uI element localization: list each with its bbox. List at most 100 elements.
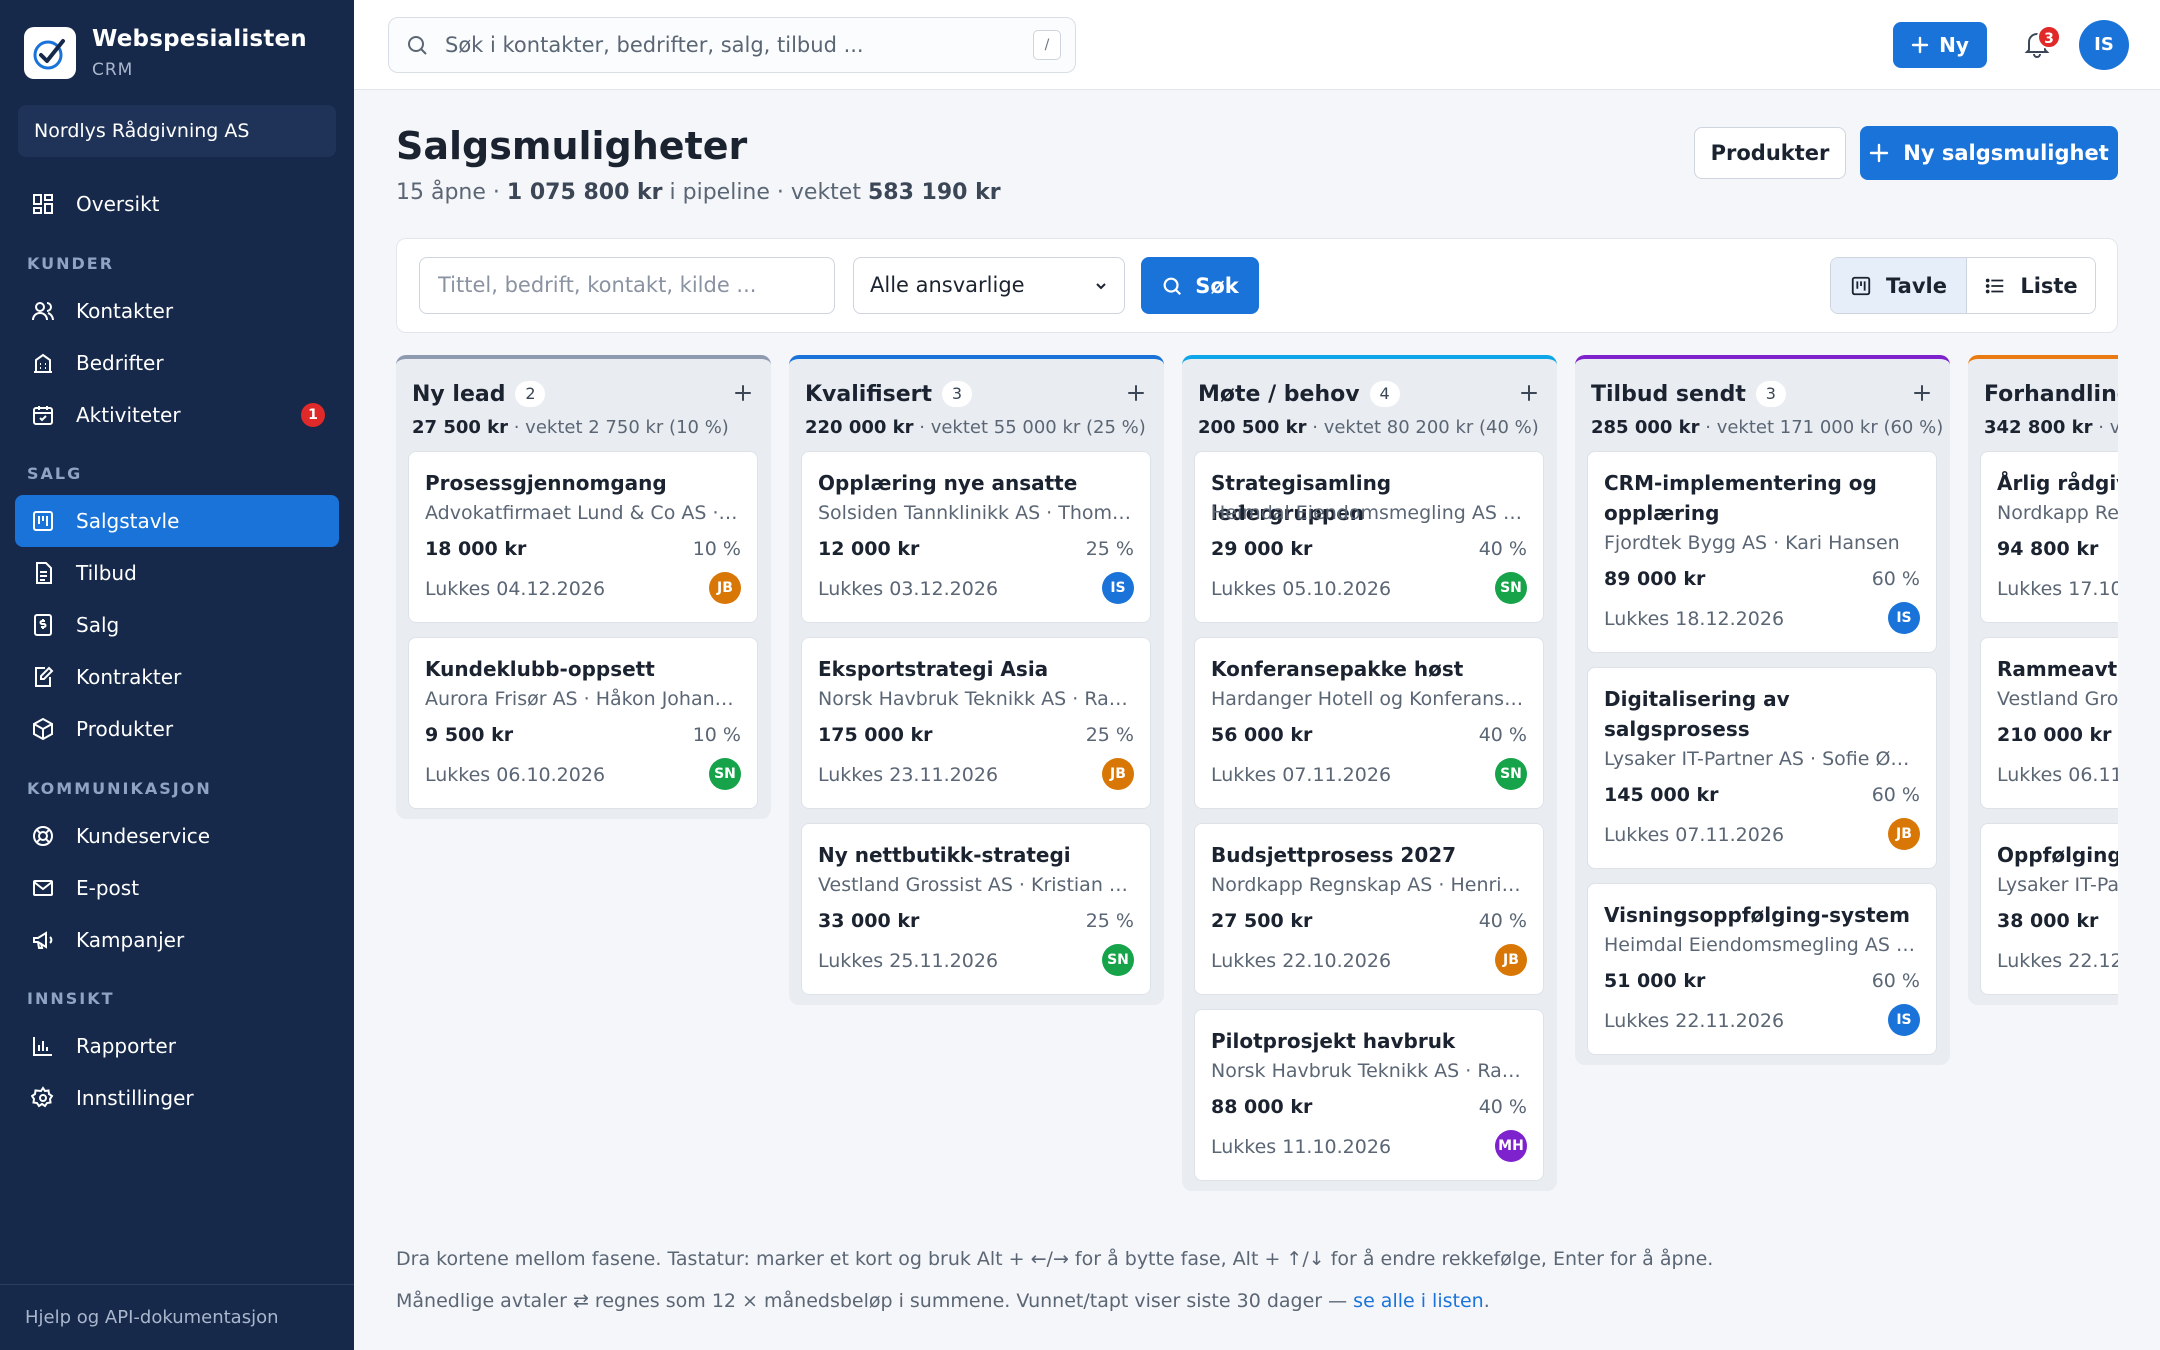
card-amount: 38 000 kr — [1997, 910, 2099, 932]
opportunity-card[interactable]: Pilotprosjekt havbruk Norsk Havbruk Tekni… — [1194, 1009, 1544, 1181]
card-close-date: Lukkes 07.11.2026 — [1604, 824, 1785, 846]
add-card-plus-icon[interactable] — [733, 383, 753, 403]
card-probability: 25 % — [1085, 724, 1134, 746]
nav-settings[interactable]: Innstillinger — [15, 1072, 339, 1124]
nav-support[interactable]: Kundeservice — [15, 810, 339, 862]
card-close-date: Lukkes 22.10.2026 — [1211, 950, 1392, 972]
products-button[interactable]: Produkter — [1694, 127, 1846, 179]
column-summary: 285 000 kr · vektet 171 000 kr (60 %) — [1591, 417, 1943, 438]
nav-label: Rapporter — [76, 1034, 176, 1058]
card-company-contact: Aurora Frisør AS · Håkon Johansen — [425, 688, 741, 710]
brand[interactable]: Webspesialisten CRM — [24, 26, 307, 80]
column-header: Møte / behov 4 200 500 kr · vektet 80 200 … — [1182, 359, 1557, 451]
brand-logo-icon — [24, 27, 76, 79]
card-company-contact: Vestland Grossist AS · Kristian Aas — [818, 874, 1134, 896]
card-close-date: Lukkes 04.12.2026 — [425, 578, 606, 600]
column-weighted: · vektet 80 200 kr (40 %) — [1306, 417, 1539, 438]
nav-campaigns[interactable]: Kampanjer — [15, 914, 339, 966]
page-title: Salgsmuligheter — [396, 124, 748, 168]
box-icon — [30, 716, 56, 742]
contract-icon — [30, 664, 56, 690]
user-avatar[interactable]: IS — [2079, 20, 2129, 70]
nav-contacts[interactable]: Kontakter — [15, 285, 339, 337]
card-amount: 18 000 kr — [425, 538, 527, 560]
card-owner-avatar: IS — [1102, 572, 1134, 604]
card-owner-avatar: IS — [1888, 1004, 1920, 1036]
card-amount: 89 000 kr — [1604, 568, 1706, 590]
pipeline-column: Kvalifisert 3 220 000 kr · vektet 55 000 k… — [789, 355, 1164, 1005]
card-company-contact: Nordkapp Regnskap AS — [1997, 502, 2118, 524]
notification-count-badge: 3 — [2037, 25, 2061, 49]
summary-open: 15 åpne · — [396, 180, 507, 205]
column-count-badge: 2 — [515, 381, 546, 407]
card-probability: 60 % — [1871, 784, 1920, 806]
opportunity-card[interactable]: Oppfølging IT Lysaker IT-Partner AS 38 000… — [1980, 823, 2118, 995]
nav-quotes[interactable]: Tilbud — [15, 547, 339, 599]
nav-email[interactable]: E-post — [15, 862, 339, 914]
nav-contracts[interactable]: Kontrakter — [15, 651, 339, 703]
opportunity-card[interactable]: Rammeavtale Vestland Grossist AS 210 000 k… — [1980, 637, 2118, 809]
nav-section-sales: SALG — [27, 464, 83, 483]
opportunity-card[interactable]: Visningsoppfølging-system Heimdal Eiendom… — [1587, 883, 1937, 1055]
card-amount: 9 500 kr — [425, 724, 514, 746]
pipeline-column: Forhandling3 342 800 kr · vektet Årlig råd… — [1968, 355, 2118, 1005]
receipt-dollar-icon — [30, 612, 56, 638]
card-amount: 33 000 kr — [818, 910, 920, 932]
nav-section-insight: INNSIKT — [27, 989, 115, 1008]
owner-select[interactable]: Alle ansvarlige — [853, 257, 1125, 314]
opportunity-card[interactable]: Strategisamling ledergruppen Heimdal Eien… — [1194, 451, 1544, 623]
nav-label: Salgstavle — [76, 509, 180, 533]
nav-sales[interactable]: Salg — [15, 599, 339, 651]
card-title: Årlig rådgivning — [1997, 471, 2118, 495]
add-card-plus-icon[interactable] — [1912, 383, 1932, 403]
column-count-badge: 3 — [942, 381, 973, 407]
opportunity-card[interactable]: Budsjettprosess 2027 Nordkapp Regnskap AS… — [1194, 823, 1544, 995]
opportunity-card[interactable]: Konferansepakke høst Hardanger Hotell og … — [1194, 637, 1544, 809]
see-all-in-list-link[interactable]: se alle i listen — [1353, 1290, 1484, 1312]
calendar-check-icon — [30, 402, 56, 428]
opportunity-card[interactable]: Eksportstrategi Asia Norsk Havbruk Teknik… — [801, 637, 1151, 809]
nav-products[interactable]: Produkter — [15, 703, 339, 755]
opportunity-card[interactable]: Prosessgjennomgang Advokatfirmaet Lund & … — [408, 451, 758, 623]
card-company-contact: Advokatfirmaet Lund & Co AS · Håkon Joha… — [425, 502, 741, 524]
opportunity-card[interactable]: CRM-implementering og opplæring Fjordtek … — [1587, 451, 1937, 653]
column-summary: 220 000 kr · vektet 55 000 kr (25 %) — [805, 417, 1146, 438]
pipeline-column: Møte / behov 4 200 500 kr · vektet 80 200 … — [1182, 355, 1557, 1191]
org-switcher[interactable]: Nordlys Rådgivning AS — [18, 105, 336, 157]
users-icon — [30, 298, 56, 324]
nav-activities[interactable]: Aktiviteter 1 — [15, 389, 339, 441]
new-opportunity-button[interactable]: Ny salgsmulighet — [1860, 126, 2118, 180]
global-search-placeholder: Søk i kontakter, bedrifter, salg, tilbud… — [445, 33, 864, 57]
card-title: Eksportstrategi Asia — [818, 657, 1049, 681]
opportunity-card[interactable]: Kundeklubb-oppsett Aurora Frisør AS · Håk… — [408, 637, 758, 809]
filter-search-button[interactable]: Søk — [1141, 257, 1259, 314]
nav-overview[interactable]: Oversikt — [15, 178, 339, 230]
column-weighted: · vektet 55 000 kr (25 %) — [913, 417, 1146, 438]
card-owner-avatar: SN — [709, 758, 741, 790]
opportunity-card[interactable]: Digitalisering av salgsprosess Lysaker IT… — [1587, 667, 1937, 869]
card-owner-avatar: SN — [1102, 944, 1134, 976]
add-card-plus-icon[interactable] — [1126, 383, 1146, 403]
card-owner-avatar: SN — [1495, 758, 1527, 790]
global-search[interactable]: Søk i kontakter, bedrifter, salg, tilbud… — [388, 17, 1076, 73]
filter-search-input[interactable]: Tittel, bedrift, kontakt, kilde ... — [419, 257, 835, 314]
opportunity-card[interactable]: Opplæring nye ansatte Solsiden Tannklinik… — [801, 451, 1151, 623]
add-card-plus-icon[interactable] — [1519, 383, 1539, 403]
lifebuoy-icon — [30, 823, 56, 849]
nav-label: Produkter — [76, 717, 174, 741]
help-link[interactable]: Hjelp og API-dokumentasjon — [0, 1284, 354, 1350]
card-title: Oppfølging IT — [1997, 843, 2118, 867]
nav-companies[interactable]: Bedrifter — [15, 337, 339, 389]
nav-salesboard[interactable]: Salgstavle — [15, 495, 339, 547]
column-amount: 200 500 kr — [1198, 417, 1307, 438]
column-header: Forhandling3 342 800 kr · vektet — [1968, 359, 2118, 451]
opportunity-card[interactable]: Ny nettbutikk-strategi Vestland Grossist … — [801, 823, 1151, 995]
opportunity-card[interactable]: Årlig rådgivning Nordkapp Regnskap AS 94 8… — [1980, 451, 2118, 623]
nav-reports[interactable]: Rapporter — [15, 1020, 339, 1072]
view-list-button[interactable]: Liste — [1967, 258, 2095, 313]
column-title: Kvalifisert 3 — [805, 381, 973, 407]
nav-section-communication: KOMMUNIKASJON — [27, 779, 212, 798]
nav-label: Tilbud — [76, 561, 137, 585]
new-button[interactable]: Ny — [1893, 22, 1987, 68]
view-board-button[interactable]: Tavle — [1831, 258, 1967, 313]
